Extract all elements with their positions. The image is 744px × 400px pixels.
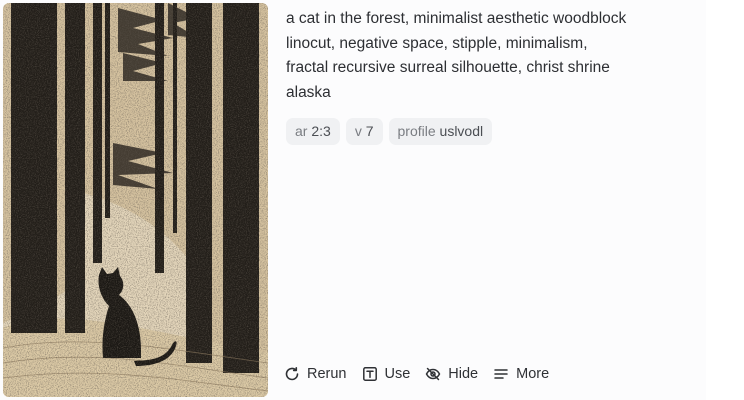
param-chip-ar[interactable]: ar 2:3 <box>286 118 340 145</box>
param-key: profile <box>397 123 436 139</box>
param-chip-version[interactable]: v 7 <box>345 118 383 145</box>
more-button[interactable]: More <box>493 366 549 382</box>
rerun-label: Rerun <box>307 366 347 382</box>
param-value: 7 <box>365 123 374 139</box>
image-result-card: a cat in the forest, minimalist aestheti… <box>0 0 706 400</box>
action-bar: Rerun Use Hide More <box>284 366 564 382</box>
use-button[interactable]: Use <box>362 366 411 382</box>
use-label: Use <box>384 366 411 382</box>
text-box-icon <box>362 366 378 382</box>
param-value: 2:3 <box>311 123 331 139</box>
prompt-line: a cat in the forest, minimalist aestheti… <box>286 10 627 27</box>
prompt-line: fractal recursive surreal silhouette, ch… <box>286 59 610 76</box>
eye-off-icon <box>425 366 441 382</box>
param-key: v <box>354 123 362 139</box>
hide-button[interactable]: Hide <box>425 366 478 382</box>
param-chip-profile[interactable]: profile uslvodl <box>388 118 493 145</box>
more-label: More <box>516 366 550 382</box>
parameter-chips: ar 2:3 v 7 profile uslvodl <box>286 118 493 145</box>
prompt-text: a cat in the forest, minimalist aestheti… <box>286 7 686 105</box>
prompt-line: linocut, negative space, stipple, minima… <box>286 34 588 52</box>
generated-image[interactable] <box>3 3 268 397</box>
hide-label: Hide <box>448 366 479 382</box>
rerun-button[interactable]: Rerun <box>284 366 347 382</box>
menu-lines-icon <box>493 366 509 382</box>
prompt-line: alaska <box>286 83 331 101</box>
param-value: uslvodl <box>439 123 484 139</box>
rerun-icon <box>284 366 300 382</box>
param-key: ar <box>295 123 308 139</box>
